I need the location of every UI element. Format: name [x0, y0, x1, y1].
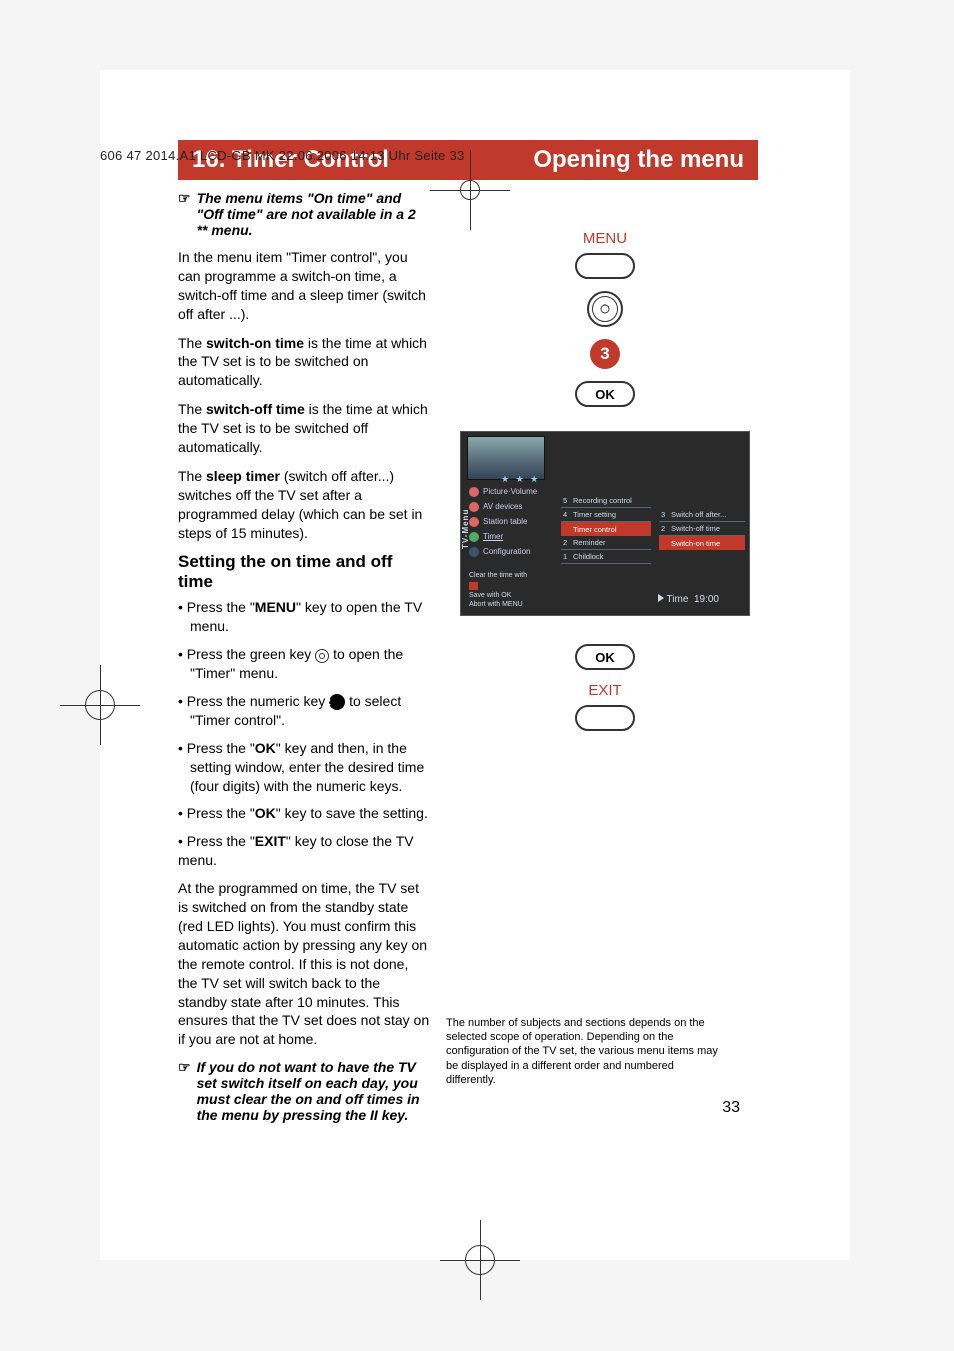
number-3-icon: 3: [590, 339, 620, 369]
dot-icon: [469, 487, 479, 497]
ok-button-icon: OK: [575, 381, 635, 407]
section-heading: Setting the on time and off time: [178, 552, 430, 592]
title-right: Opening the menu: [533, 146, 744, 174]
note-2star-limitation: ☞ The menu items "On time" and "Off time…: [178, 190, 430, 238]
exit-label: EXIT: [515, 682, 695, 699]
step-4: Press the "OK" key and then, in the sett…: [178, 739, 430, 796]
ok-button-icon: OK: [575, 644, 635, 670]
dot-icon: [469, 547, 479, 557]
manual-page: 606 47 2014.A1 LCD-GB MK 22.06.2006 14:1…: [100, 70, 850, 1260]
crop-mark-bottom: [440, 1220, 520, 1300]
play-triangle-icon: [658, 594, 664, 602]
step-5: • Press the "OK" key to save the setting…: [178, 804, 430, 823]
menu-label: MENU: [515, 230, 695, 247]
step-2: Press the green key to open the "Timer" …: [178, 645, 430, 683]
menu-button-icon: [575, 253, 635, 279]
sleep-timer-paragraph: The sleep timer (switch off after...) sw…: [178, 467, 430, 543]
osd-screenshot: ★ ★ ★ TV-Menu Picture·Volume AV devices …: [460, 431, 750, 616]
crop-mark-left: [60, 665, 140, 745]
remote-sequence-bottom: OK EXIT: [515, 644, 695, 731]
step-3: Press the numeric key 2 to select "Timer…: [178, 692, 430, 730]
red-box-icon: [469, 582, 478, 590]
standby-explanation: At the programmed on time, the TV set is…: [178, 879, 430, 1049]
note-clear-times: ☞ If you do not want to have the TV set …: [178, 1059, 430, 1123]
switch-on-paragraph: The switch-on time is the time at which …: [178, 334, 430, 391]
intro-paragraph: In the menu item "Timer control", you ca…: [178, 248, 430, 324]
print-header: 606 47 2014.A1 LCD-GB MK 22.06.2006 14:1…: [100, 148, 465, 163]
osd-sidebar: Picture·Volume AV devices Station table …: [469, 484, 549, 559]
page-number: 33: [722, 1099, 740, 1117]
remote-sequence-top: MENU 3 OK: [515, 230, 695, 407]
dot-icon: [469, 532, 479, 542]
step-1: Press the "MENU" key to open the TV menu…: [178, 598, 430, 636]
dot-icon: [469, 517, 479, 527]
green-button-icon: [587, 291, 623, 327]
osd-submenu: 5Recording control 4Timer setting Timer …: [561, 494, 651, 564]
osd-submenu-2: 3Switch off after... 2Switch-off time Sw…: [659, 508, 745, 550]
right-column: MENU 3 OK ★ ★ ★ TV-Menu Picture·Volume A…: [440, 180, 760, 1143]
switch-off-paragraph: The switch-off time is the time at which…: [178, 400, 430, 457]
footnote: The number of subjects and sections depe…: [446, 1016, 726, 1087]
step-6: • Press the "EXIT" key to close the TV m…: [178, 832, 430, 870]
dot-icon: [469, 502, 479, 512]
exit-button-icon: [575, 705, 635, 731]
osd-hints: Clear the time with Save with OK Abort w…: [469, 571, 527, 609]
pointing-hand-icon: ☞: [178, 190, 191, 238]
step-list: Press the "MENU" key to open the TV menu…: [178, 598, 430, 870]
left-column: ☞ The menu items "On time" and "Off time…: [100, 180, 440, 1143]
pointing-hand-icon: ☞: [178, 1059, 191, 1123]
numeric-2-icon: 2: [329, 694, 345, 710]
osd-time-display: Time 19:00: [658, 594, 719, 605]
green-key-icon: [315, 649, 329, 663]
